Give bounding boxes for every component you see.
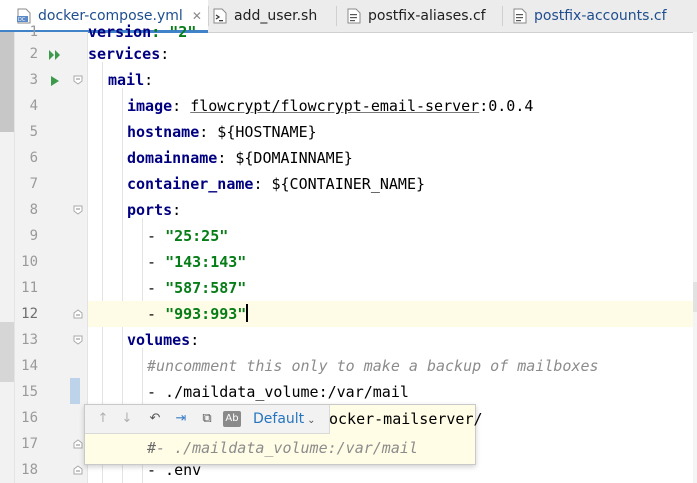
code-line: services: [88, 45, 170, 63]
code-line-partial: ocker-mailserver/ [329, 410, 483, 428]
fold-marker-icon[interactable] [73, 439, 83, 449]
gutter: 1 2 3 4 5 6 7 8 9 10 11 12 13 14 15 16 1… [0, 24, 87, 483]
highlight-words-icon[interactable]: Ab [223, 411, 241, 427]
fold-marker-icon[interactable] [73, 465, 83, 475]
code-line: container_name: ${CONTAINER_NAME} [127, 175, 426, 193]
line-number: 13 [21, 332, 38, 348]
chevron-down-icon: ⌄ [307, 415, 316, 426]
line-number: 7 [29, 176, 38, 192]
image-link[interactable]: flowcrypt/flowcrypt-email-server [190, 97, 479, 115]
line-number: 15 [21, 384, 38, 400]
diff-popup-toolbar: ↑ ↓ ↶ ⇥ ⧉ Ab Default ⌄ [85, 405, 330, 434]
line-number: 18 [21, 462, 38, 478]
code-line: - "25:25" [147, 227, 229, 245]
code-line: - "587:587" [147, 279, 247, 297]
line-number: 5 [29, 124, 38, 140]
line-number: 17 [21, 436, 38, 452]
line-number: 10 [21, 254, 38, 270]
line-number: 14 [21, 358, 38, 374]
code-line: mail: [108, 71, 154, 89]
line-number: 3 [29, 72, 38, 88]
fold-marker-icon[interactable] [73, 205, 83, 215]
editor-scrollbar[interactable] [693, 32, 697, 483]
text-caret [246, 304, 249, 322]
fold-marker-icon[interactable] [73, 75, 83, 85]
previous-content: #- ./maildata_volume:/var/mail [147, 439, 418, 457]
fold-marker-icon[interactable] [73, 309, 83, 319]
previous-change-icon[interactable]: ↑ [94, 410, 112, 428]
vcs-diff-popup: ↑ ↓ ↶ ⇥ ⧉ Ab Default ⌄ ocker-mailserver/ … [84, 404, 483, 465]
code-line: image: flowcrypt/flowcrypt-email-server:… [127, 97, 534, 115]
show-diff-icon[interactable]: ⇥ [172, 410, 190, 428]
line-number: 8 [29, 202, 38, 218]
fold-marker-icon[interactable] [73, 335, 83, 345]
code-line: ports: [127, 201, 182, 219]
code-line: domainname: ${DOMAINNAME} [127, 149, 353, 167]
code-line: - ./maildata_volume:/var/mail [147, 383, 409, 401]
vcs-change-marker[interactable] [70, 378, 80, 404]
line-number: 16 [21, 410, 38, 426]
line-number: 4 [29, 98, 38, 114]
line-number: 9 [29, 228, 38, 244]
run-all-services-icon[interactable] [48, 47, 62, 61]
code-line: volumes: [127, 331, 200, 349]
run-service-icon[interactable] [48, 73, 62, 87]
diff-mode-dropdown[interactable]: Default ⌄ [253, 409, 316, 431]
current-code-line: - "993:993" [88, 301, 697, 327]
code-line: - "143:143" [147, 253, 247, 271]
copy-icon[interactable]: ⧉ [198, 410, 216, 428]
rollback-icon[interactable]: ↶ [146, 410, 164, 428]
line-number: 11 [21, 280, 38, 296]
line-number: 6 [29, 150, 38, 166]
code-line: hostname: ${HOSTNAME} [127, 123, 317, 141]
line-number-current: 12 [21, 306, 38, 322]
code-line: #uncomment this only to make a backup of… [147, 357, 599, 375]
line-number: 2 [29, 46, 38, 62]
next-change-icon[interactable]: ↓ [118, 410, 136, 428]
